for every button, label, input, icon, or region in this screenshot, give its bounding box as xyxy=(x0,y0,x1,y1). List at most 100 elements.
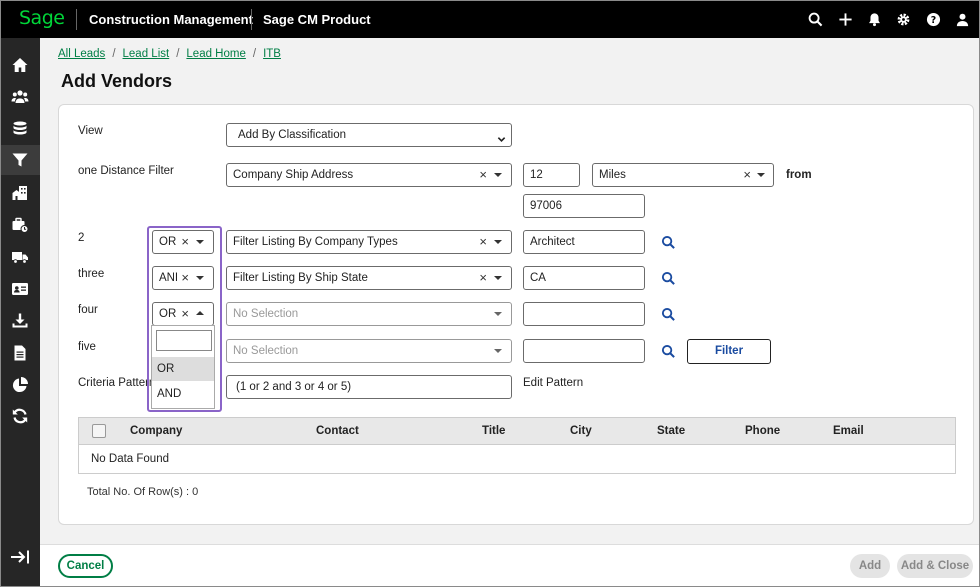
row5-label: five xyxy=(78,341,96,353)
refresh-icon[interactable] xyxy=(10,406,30,426)
home-icon[interactable] xyxy=(10,55,30,75)
operator-dropdown: OR AND xyxy=(151,325,215,409)
distance-input[interactable]: 12 xyxy=(523,163,580,187)
top-bar: Sage Construction Management Sage CM Pro… xyxy=(1,1,979,38)
dropdown-option-or[interactable]: OR xyxy=(152,357,214,381)
svg-text:?: ? xyxy=(930,15,935,26)
column-title[interactable]: Title xyxy=(482,425,505,437)
id-card-icon[interactable] xyxy=(10,279,30,299)
user-icon[interactable] xyxy=(953,10,971,28)
collapse-arrow-icon[interactable] xyxy=(11,549,31,565)
row5-filter-value: No Selection xyxy=(233,345,299,357)
breadcrumb-separator: / xyxy=(252,48,257,60)
search-icon[interactable] xyxy=(661,235,676,250)
download-icon[interactable] xyxy=(10,311,30,331)
row2-value: Architect xyxy=(530,236,575,248)
sage-logo[interactable]: Sage xyxy=(19,7,65,29)
row2-filter-select[interactable]: Filter Listing By Company Types × xyxy=(226,230,512,254)
search-icon[interactable] xyxy=(661,271,676,286)
filter-icon[interactable] xyxy=(10,150,30,170)
results-table-header: Company Contact Title City State Phone E… xyxy=(78,417,956,445)
clear-icon[interactable]: × xyxy=(479,231,487,253)
footer-bar: Cancel Add Add & Close xyxy=(40,544,979,586)
view-select[interactable]: Add By Classification xyxy=(226,123,512,147)
unit-select[interactable]: Miles × xyxy=(592,163,774,187)
app-frame: Sage Construction Management Sage CM Pro… xyxy=(0,0,980,587)
row3-value: CA xyxy=(530,272,546,284)
page-title: Add Vendors xyxy=(61,71,173,91)
breadcrumb-lead-home[interactable]: Lead Home xyxy=(186,48,245,60)
search-icon[interactable] xyxy=(661,307,676,322)
view-select-value: Add By Classification xyxy=(238,129,347,141)
column-phone[interactable]: Phone xyxy=(745,425,780,437)
sidebar xyxy=(1,38,40,586)
column-contact[interactable]: Contact xyxy=(316,425,359,437)
row4-filter-select[interactable]: No Selection xyxy=(226,302,512,326)
from-label: from xyxy=(786,169,812,181)
add-close-button[interactable]: Add & Close xyxy=(897,554,973,578)
chevron-down-icon xyxy=(497,130,506,152)
clear-icon[interactable]: × xyxy=(479,267,487,289)
breadcrumb-separator: / xyxy=(176,48,180,60)
from-zip-input[interactable]: 97006 xyxy=(523,194,645,218)
row5-filter-select[interactable]: No Selection xyxy=(226,339,512,363)
column-state[interactable]: State xyxy=(657,425,685,437)
clear-icon[interactable]: × xyxy=(743,164,751,186)
breadcrumb-all-leads[interactable]: All Leads xyxy=(58,48,105,60)
from-zip-value: 97006 xyxy=(530,200,562,212)
criteria-pattern-input[interactable]: (1 or 2 and 3 or 4 or 5) xyxy=(226,375,512,399)
caret-down-icon xyxy=(494,276,502,280)
results-table-body: No Data Found xyxy=(78,445,956,474)
row1-filter-value: Company Ship Address xyxy=(233,169,354,181)
cancel-button[interactable]: Cancel xyxy=(58,554,113,578)
breadcrumb-separator: / xyxy=(112,48,116,60)
row3-filter-value: Filter Listing By Ship State xyxy=(233,272,368,284)
row1-filter-select[interactable]: Company Ship Address × xyxy=(226,163,512,187)
plus-icon[interactable] xyxy=(836,10,854,28)
select-all-checkbox[interactable] xyxy=(92,424,106,438)
product-name: Sage CM Product xyxy=(263,12,371,27)
caret-down-icon xyxy=(494,173,502,177)
criteria-label: Criteria Pattern xyxy=(78,377,156,389)
no-data-message: No Data Found xyxy=(91,453,169,465)
row2-value-input[interactable]: Architect xyxy=(523,230,645,254)
divider xyxy=(251,9,252,30)
column-city[interactable]: City xyxy=(570,425,592,437)
people-icon[interactable] xyxy=(10,87,30,107)
bell-icon[interactable] xyxy=(865,10,883,28)
row3-filter-select[interactable]: Filter Listing By Ship State × xyxy=(226,266,512,290)
dropdown-search-input[interactable] xyxy=(156,330,212,351)
dropdown-option-and[interactable]: AND xyxy=(152,382,214,406)
row5-value-input[interactable] xyxy=(523,339,645,363)
row4-value-input[interactable] xyxy=(523,302,645,326)
caret-down-icon xyxy=(494,312,502,316)
column-company[interactable]: Company xyxy=(130,425,182,437)
view-label: View xyxy=(78,125,103,137)
document-icon[interactable] xyxy=(10,343,30,363)
caret-down-icon xyxy=(494,349,502,353)
row2-filter-value: Filter Listing By Company Types xyxy=(233,236,398,248)
search-icon[interactable] xyxy=(661,344,676,359)
row1-label: one Distance Filter xyxy=(78,165,174,177)
add-button[interactable]: Add xyxy=(850,554,890,578)
pie-chart-icon[interactable] xyxy=(10,375,30,395)
unit-value: Miles xyxy=(599,169,626,181)
clear-icon[interactable]: × xyxy=(479,164,487,186)
search-icon[interactable] xyxy=(806,10,824,28)
row4-filter-value: No Selection xyxy=(233,308,299,320)
breadcrumb-itb[interactable]: ITB xyxy=(263,48,281,60)
briefcase-icon[interactable] xyxy=(10,215,30,235)
help-icon[interactable]: ? xyxy=(924,10,942,28)
truck-icon[interactable] xyxy=(10,247,30,267)
row3-label: three xyxy=(78,268,105,280)
edit-pattern-link[interactable]: Edit Pattern xyxy=(523,377,583,389)
row3-value-input[interactable]: CA xyxy=(523,266,645,290)
column-email[interactable]: Email xyxy=(833,425,864,437)
breadcrumb-lead-list[interactable]: Lead List xyxy=(123,48,170,60)
database-icon[interactable] xyxy=(10,119,30,139)
gear-icon[interactable] xyxy=(894,10,912,28)
filter-button[interactable]: Filter xyxy=(687,339,771,364)
row2-label: 2 xyxy=(78,232,85,244)
criteria-pattern-value: (1 or 2 and 3 or 4 or 5) xyxy=(236,381,352,393)
buildings-icon[interactable] xyxy=(10,183,30,203)
